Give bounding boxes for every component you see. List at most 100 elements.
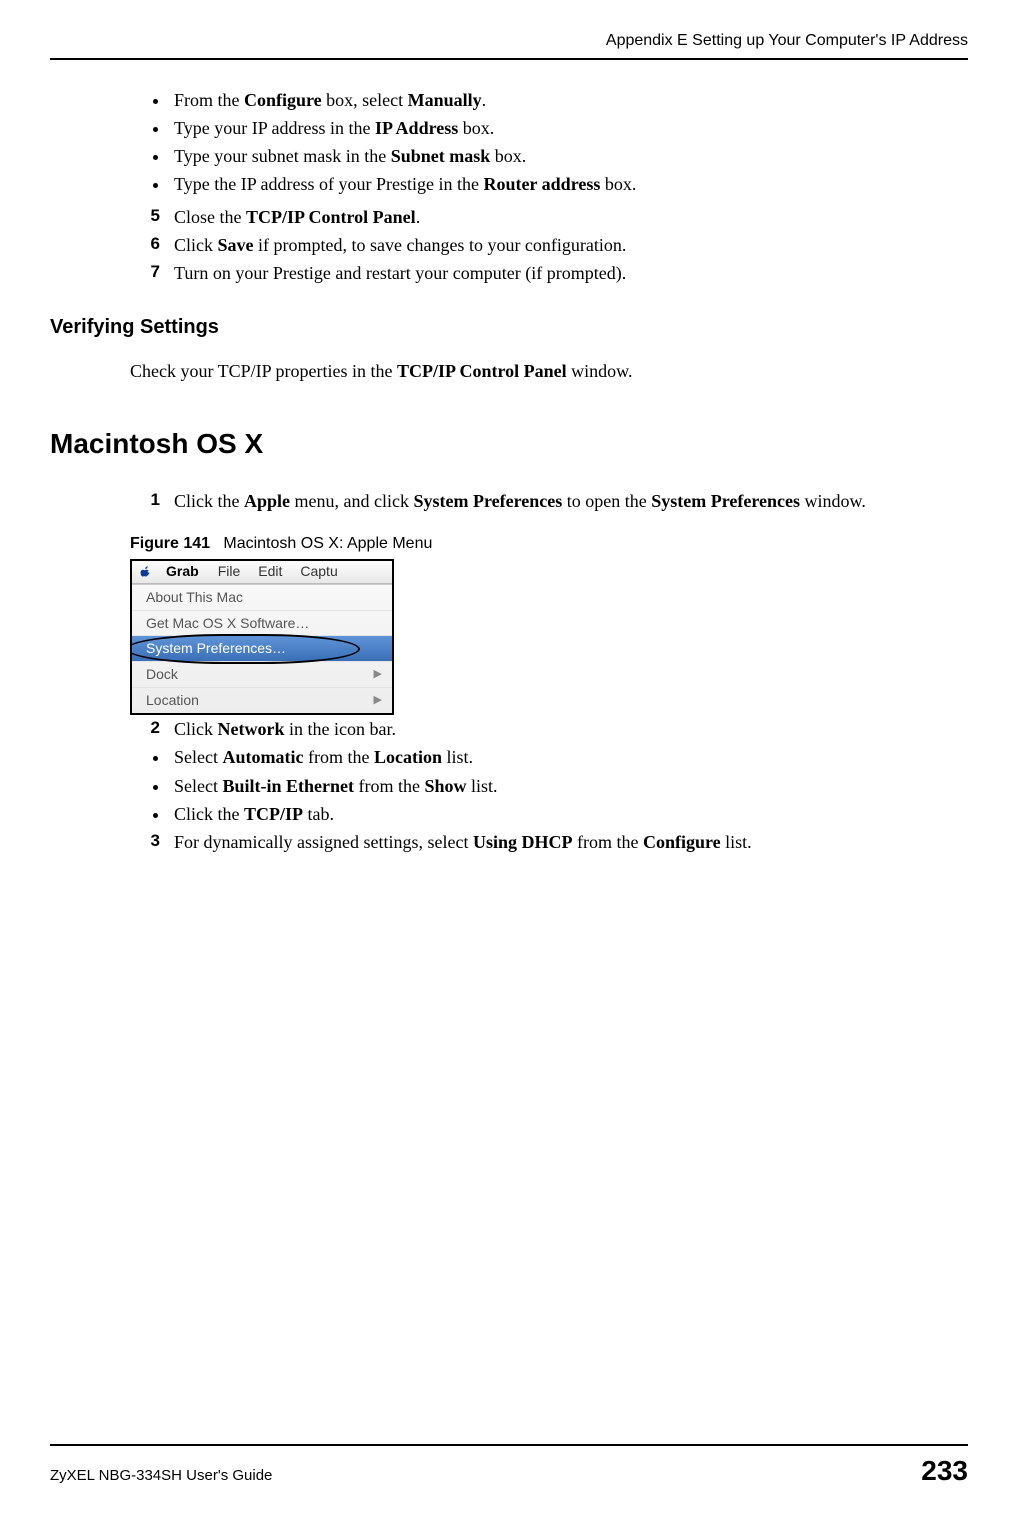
text: in the icon bar. — [284, 719, 395, 739]
step-6: 6 Click Save if prompted, to save change… — [130, 233, 958, 257]
text: Select — [174, 776, 222, 796]
osx-step-1: 1 Click the Apple menu, and click System… — [130, 489, 958, 513]
text: menu, and click — [290, 491, 413, 511]
text: from the — [303, 747, 373, 767]
step-number: 7 — [130, 261, 174, 285]
heading-verifying-settings: Verifying Settings — [50, 314, 958, 341]
bold-text: Show — [424, 776, 466, 796]
bullet-item: Select Automatic from the Location list. — [170, 745, 958, 769]
step-5: 5 Close the TCP/IP Control Panel. — [130, 205, 958, 229]
step-number: 5 — [130, 205, 174, 229]
apple-dropdown: About This Mac Get Mac OS X Software… Sy… — [132, 584, 392, 713]
text: if prompted, to save changes to your con… — [254, 235, 627, 255]
text: Type the IP address of your Prestige in … — [174, 174, 484, 194]
text: box, select — [322, 90, 408, 110]
text: For dynamically assigned settings, selec… — [174, 832, 473, 852]
bold-text: Automatic — [222, 747, 303, 767]
menu-label: Dock — [146, 665, 178, 684]
menubar-item: Captu — [291, 562, 346, 581]
text: Select — [174, 747, 222, 767]
text: to open the — [562, 491, 651, 511]
text: Check your TCP/IP properties in the — [130, 361, 397, 381]
text: tab. — [303, 804, 334, 824]
figure-label: Figure 141 — [130, 535, 210, 552]
step-body: Click the Apple menu, and click System P… — [174, 489, 958, 513]
bullet-item: Type your subnet mask in the Subnet mask… — [170, 144, 958, 168]
text: Click the — [174, 491, 244, 511]
bold-text: Router address — [484, 174, 601, 194]
text: box. — [600, 174, 636, 194]
text: window. — [800, 491, 866, 511]
menu-row-dock: Dock ▶ — [132, 662, 392, 688]
menu-label: Location — [146, 691, 199, 710]
text: list. — [442, 747, 473, 767]
bold-text: Configure — [643, 832, 721, 852]
bold-text: Using DHCP — [473, 832, 573, 852]
mac-menubar: Grab File Edit Captu — [132, 561, 392, 584]
bullet-item: Click the TCP/IP tab. — [170, 802, 958, 826]
text: box. — [458, 118, 494, 138]
bold-text: Manually — [408, 90, 482, 110]
menu-label: System Preferences… — [146, 639, 286, 658]
menu-label: Get Mac OS X Software… — [146, 614, 309, 633]
menubar-item: Edit — [249, 562, 291, 581]
text: . — [482, 90, 487, 110]
page-header: Appendix E Setting up Your Computer's IP… — [50, 30, 968, 58]
text: Close the — [174, 207, 246, 227]
bold-text: Network — [218, 719, 285, 739]
text: From the — [174, 90, 244, 110]
bold-text: System Preferences — [413, 491, 562, 511]
menu-row-system-preferences: System Preferences… — [132, 636, 392, 662]
text: Click — [174, 719, 218, 739]
heading-macintosh-osx: Macintosh OS X — [50, 425, 958, 463]
osx-sub-bullets: Select Automatic from the Location list.… — [170, 745, 958, 826]
step-7: 7 Turn on your Prestige and restart your… — [130, 261, 958, 285]
verify-text: Check your TCP/IP properties in the TCP/… — [130, 359, 958, 383]
menu-row-about: About This Mac — [132, 585, 392, 611]
bold-text: Apple — [244, 491, 290, 511]
text: Click — [174, 235, 218, 255]
footer-guide-title: ZyXEL NBG-334SH User's Guide — [50, 1466, 272, 1486]
text: from the — [354, 776, 424, 796]
bold-text: Built-in Ethernet — [222, 776, 354, 796]
page-content: From the Configure box, select Manually.… — [50, 88, 968, 855]
text: Type your IP address in the — [174, 118, 375, 138]
bullet-item: From the Configure box, select Manually. — [170, 88, 958, 112]
text: from the — [572, 832, 642, 852]
step-number: 2 — [130, 717, 174, 741]
apple-icon — [136, 563, 156, 581]
menu-row-location: Location▶ — [132, 688, 392, 713]
text: Turn on your Prestige and restart your c… — [174, 263, 626, 283]
menubar-app-name: Grab — [156, 562, 209, 581]
osx-step-3: 3 For dynamically assigned settings, sel… — [130, 830, 958, 854]
bold-text: Save — [218, 235, 254, 255]
figure-apple-menu: Grab File Edit Captu About This Mac Get … — [130, 559, 394, 715]
step-body: Close the TCP/IP Control Panel. — [174, 205, 958, 229]
bold-text: TCP/IP Control Panel — [246, 207, 416, 227]
header-rule — [50, 58, 968, 60]
text: Click the — [174, 804, 244, 824]
step-number: 1 — [130, 489, 174, 513]
figure-title: Macintosh OS X: Apple Menu — [223, 535, 432, 552]
text: window. — [567, 361, 633, 381]
bold-text: Configure — [244, 90, 322, 110]
step-number: 3 — [130, 830, 174, 854]
text: list. — [721, 832, 752, 852]
bullet-item: Type your IP address in the IP Address b… — [170, 116, 958, 140]
text: list. — [467, 776, 498, 796]
osx-step-2: 2 Click Network in the icon bar. — [130, 717, 958, 741]
footer-rule — [50, 1444, 968, 1446]
text: Type your subnet mask in the — [174, 146, 391, 166]
step-body: Click Save if prompted, to save changes … — [174, 233, 958, 257]
footer-page-number: 233 — [921, 1452, 968, 1490]
bullet-item: Type the IP address of your Prestige in … — [170, 172, 958, 196]
submenu-arrow-icon: ▶ — [374, 667, 382, 682]
menubar-item: File — [209, 562, 250, 581]
bold-text: TCP/IP — [244, 804, 303, 824]
text: . — [416, 207, 421, 227]
bullet-item: Select Built-in Ethernet from the Show l… — [170, 774, 958, 798]
bold-text: TCP/IP Control Panel — [397, 361, 567, 381]
menu-label: About This Mac — [146, 588, 243, 607]
step-number: 6 — [130, 233, 174, 257]
bold-text: Subnet mask — [391, 146, 491, 166]
